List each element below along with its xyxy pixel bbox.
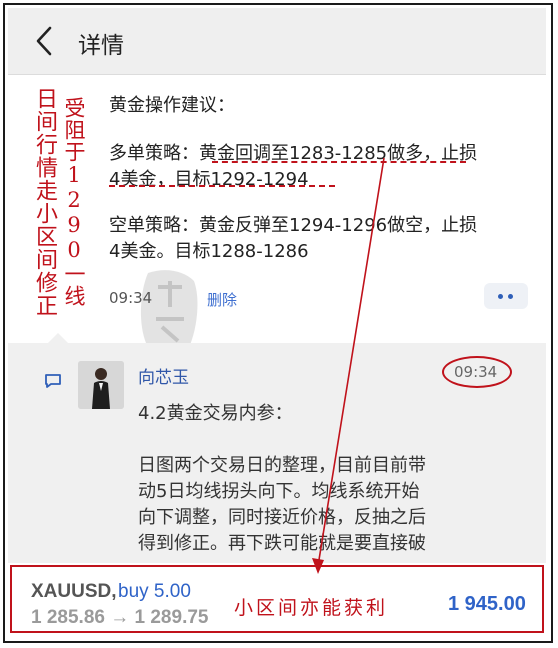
comment-pointer bbox=[48, 333, 68, 343]
comment-card: 向芯玉 09:34 4.2黄金交易内参： 日图两个交易日的整理，目前目前带 动5… bbox=[8, 343, 546, 563]
short-strategy-line1: 空单策略：黄金反弹至1294-1296做空，止损 bbox=[109, 215, 478, 236]
trade-result-bar[interactable]: XAUUSD, buy 5.00 1 285.86 → 1 289.75 小区间… bbox=[10, 565, 544, 633]
comment-bubble-icon[interactable] bbox=[44, 373, 62, 389]
post-time: 09:34 bbox=[109, 289, 153, 307]
annotation-left-vertical: 日间行情走小区间修正 bbox=[32, 87, 57, 317]
avatar[interactable] bbox=[78, 361, 124, 409]
comment-line-4: 向下调整，同时接近价格，反抽之后 bbox=[138, 507, 426, 528]
more-dots-icon bbox=[508, 294, 513, 299]
long-strategy-line2: 4美金，目标1292-1294 bbox=[109, 169, 309, 190]
person-avatar-icon bbox=[78, 361, 124, 409]
app-header: 详情 bbox=[8, 8, 546, 75]
comment-line-5: 得到修正。再下跌可能就是要直接破 bbox=[138, 533, 426, 554]
annotation-time-circle bbox=[442, 356, 512, 388]
trade-action: buy 5.00 bbox=[118, 581, 191, 602]
post-content: 日间行情走小区间修正 受阻于1290一线 黄金操作建议： 多单策略：黄金回调至1… bbox=[8, 75, 546, 563]
more-dots-icon bbox=[498, 294, 503, 299]
comment-line-1: 4.2黄金交易内参： bbox=[138, 403, 293, 424]
annotation-bottom: 小区间亦能获利 bbox=[234, 597, 389, 619]
annotation-underline-2 bbox=[109, 185, 335, 187]
annotation-right-vertical: 受阻于1290一线 bbox=[62, 97, 86, 307]
annotation-underline-1 bbox=[212, 161, 466, 163]
comment-line-3: 动5日均线拐头向下。均线系统开始 bbox=[138, 481, 420, 502]
more-button[interactable] bbox=[484, 283, 528, 309]
post-title: 黄金操作建议： bbox=[109, 95, 235, 116]
comment-author[interactable]: 向芯玉 bbox=[138, 363, 189, 388]
back-icon[interactable] bbox=[30, 24, 60, 58]
short-strategy-line2: 4美金。目标1288-1286 bbox=[109, 241, 309, 262]
trade-profit: 1 945.00 bbox=[448, 593, 526, 615]
page-title: 详情 bbox=[78, 33, 124, 59]
trade-prices: 1 285.86 → 1 289.75 bbox=[31, 607, 209, 628]
comment-line-2: 日图两个交易日的整理，目前目前带 bbox=[138, 455, 426, 476]
trade-symbol: XAUUSD, bbox=[31, 581, 117, 602]
delete-link[interactable]: 删除 bbox=[207, 289, 237, 310]
